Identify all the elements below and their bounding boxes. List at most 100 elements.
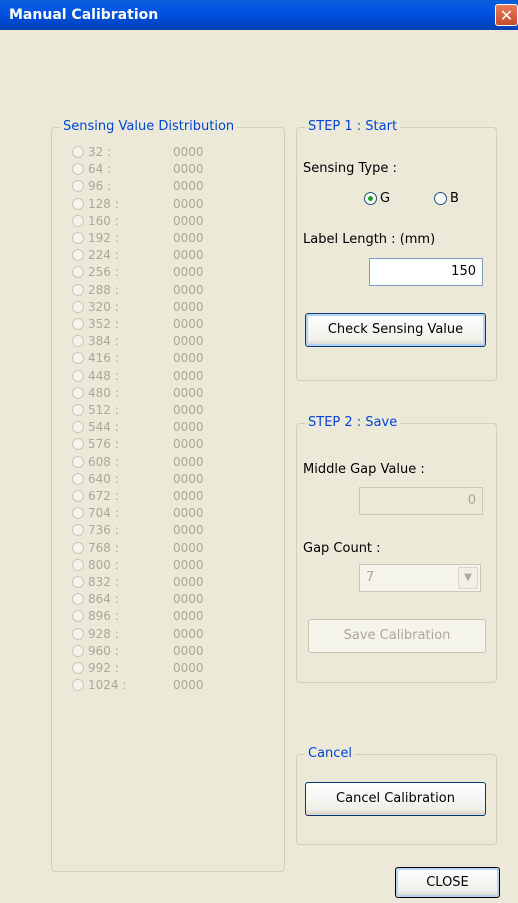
distribution-label: 416 : (88, 351, 119, 366)
distribution-title: Sensing Value Distribution (60, 119, 238, 134)
distribution-value: 0000 (173, 299, 204, 314)
step1-title: STEP 1 : Start (305, 119, 401, 134)
distribution-radio[interactable] (72, 335, 84, 348)
distribution-value: 0000 (173, 385, 204, 400)
step2-group: STEP 2 : Save Middle Gap Value : 0 Gap C… (296, 415, 497, 683)
distribution-label: 288 : (88, 282, 119, 297)
gap-count-label: Gap Count : (303, 541, 381, 556)
distribution-label: 96 : (88, 179, 112, 194)
distribution-radio[interactable] (72, 266, 84, 279)
distribution-radio[interactable] (72, 300, 84, 313)
radio-b[interactable] (434, 192, 447, 205)
distribution-label: 608 : (88, 454, 119, 469)
gap-count-value: 7 (366, 570, 375, 585)
distribution-label: 640 : (88, 471, 119, 486)
distribution-radio[interactable] (72, 541, 84, 554)
distribution-radio[interactable] (72, 214, 84, 227)
cancel-calibration-button[interactable]: Cancel Calibration (305, 782, 486, 816)
distribution-radio[interactable] (72, 421, 84, 434)
distribution-value: 0000 (173, 523, 204, 538)
distribution-radio[interactable] (72, 283, 84, 296)
distribution-radio[interactable] (72, 197, 84, 210)
distribution-radio[interactable] (72, 679, 84, 692)
distribution-label: 160 : (88, 213, 119, 228)
distribution-label: 768 : (88, 540, 119, 555)
gap-count-select[interactable]: 7 ▼ (359, 564, 481, 592)
distribution-radio[interactable] (72, 593, 84, 606)
middle-gap-input[interactable]: 0 (359, 487, 483, 515)
distribution-value: 0000 (173, 592, 204, 607)
distribution-radio[interactable] (72, 352, 84, 365)
window-title: Manual Calibration (9, 7, 159, 23)
distribution-label: 64 : (88, 162, 112, 177)
chevron-down-icon[interactable]: ▼ (458, 567, 478, 589)
distribution-value: 0000 (173, 145, 204, 159)
check-sensing-value-button[interactable]: Check Sensing Value (305, 313, 486, 347)
distribution-radio[interactable] (72, 438, 84, 451)
radio-g-selected-dot (368, 196, 373, 201)
distribution-value: 0000 (173, 661, 204, 675)
distribution-label: 352 : (88, 317, 119, 331)
distribution-label: 960 : (88, 643, 119, 658)
distribution-label: 576 : (88, 437, 119, 452)
distribution-radio[interactable] (72, 232, 84, 244)
distribution-label: 1024 : (88, 678, 127, 693)
distribution-radio[interactable] (72, 558, 84, 571)
distribution-radio[interactable] (72, 490, 84, 502)
distribution-radio[interactable] (72, 644, 84, 657)
distribution-value: 0000 (173, 213, 204, 228)
distribution-radio[interactable] (72, 404, 84, 416)
distribution-value: 0000 (173, 248, 204, 263)
distribution-label: 256 : (88, 265, 119, 280)
close-button[interactable]: CLOSE (395, 867, 500, 898)
distribution-value: 0000 (173, 162, 204, 177)
distribution-radio[interactable] (72, 662, 84, 674)
distribution-label: 992 : (88, 661, 119, 675)
distribution-value: 0000 (173, 437, 204, 452)
distribution-radio[interactable] (72, 163, 84, 176)
middle-gap-label: Middle Gap Value : (303, 462, 425, 477)
distribution-label: 896 : (88, 609, 119, 624)
distribution-radio[interactable] (72, 610, 84, 623)
close-window-icon[interactable]: ✕ (495, 4, 518, 26)
step1-group: STEP 1 : Start Sensing Type : G B Label … (296, 119, 497, 381)
distribution-value: 0000 (173, 368, 204, 383)
distribution-label: 672 : (88, 489, 119, 503)
distribution-radio[interactable] (72, 455, 84, 468)
distribution-radio[interactable] (72, 507, 84, 520)
sensing-type-label: Sensing Type : (303, 161, 397, 176)
radio-g[interactable] (364, 192, 377, 205)
distribution-value: 0000 (173, 282, 204, 297)
radio-b-label[interactable]: B (450, 191, 459, 206)
distribution-value: 0000 (173, 454, 204, 469)
dialog-body: Sensing Value Distribution 32 : 0000 64 : 0… (0, 30, 518, 903)
distribution-value: 0000 (173, 678, 204, 693)
distribution-value: 0000 (173, 626, 204, 641)
distribution-radio[interactable] (72, 318, 84, 330)
distribution-value: 0000 (173, 557, 204, 572)
distribution-radio[interactable] (72, 472, 84, 485)
distribution-radio[interactable] (72, 146, 84, 158)
distribution-radio[interactable] (72, 576, 84, 588)
cancel-title: Cancel (305, 746, 356, 761)
distribution-value: 0000 (173, 609, 204, 624)
distribution-label: 32 : (88, 145, 112, 159)
distribution-radio[interactable] (72, 249, 84, 262)
distribution-value: 0000 (173, 643, 204, 658)
distribution-radio[interactable] (72, 627, 84, 640)
distribution-value: 0000 (173, 575, 204, 589)
distribution-value: 0000 (173, 196, 204, 211)
distribution-radio[interactable] (72, 180, 84, 193)
distribution-label: 832 : (88, 575, 119, 589)
radio-g-label[interactable]: G (380, 191, 390, 206)
distribution-radio[interactable] (72, 524, 84, 537)
distribution-value: 0000 (173, 265, 204, 280)
distribution-label: 384 : (88, 334, 119, 349)
label-length-input[interactable]: 150 (369, 258, 483, 286)
save-calibration-button[interactable]: Save Calibration (308, 619, 486, 653)
distribution-value: 0000 (173, 471, 204, 486)
distribution-radio[interactable] (72, 369, 84, 382)
distribution-value: 0000 (173, 420, 204, 435)
cancel-group: Cancel Cancel Calibration (296, 746, 497, 845)
distribution-radio[interactable] (72, 386, 84, 399)
